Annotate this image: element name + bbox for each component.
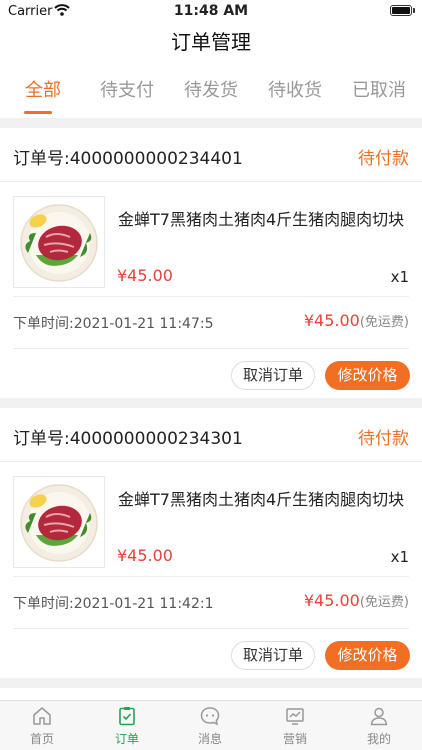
order-number: 订单号:4000000000234401 — [13, 149, 243, 169]
message-icon — [200, 707, 220, 726]
order-status-badge: 待付款 — [358, 149, 409, 169]
order-number: 订单号:4000000000234301 — [13, 429, 243, 449]
tab-cancelled[interactable]: 已取消 — [348, 76, 410, 102]
bottom-tab-label: 我的 — [366, 732, 391, 746]
product-quantity: x1 — [390, 548, 409, 566]
product-price: ¥45.00 — [117, 266, 173, 285]
cancel-order-button[interactable]: 取消订单 — [231, 641, 315, 670]
order-card[interactable]: 订单号:4000000000234301 待付款 金蝉T7黑猪肉土猪肉4斤生猪肉… — [0, 408, 422, 678]
marketing-chart-icon — [286, 708, 304, 725]
order-clipboard-icon — [119, 707, 135, 726]
bottom-tab-label: 营销 — [282, 732, 307, 746]
total-amount: ¥45.00 — [303, 591, 360, 610]
product-price: ¥45.00 — [117, 546, 173, 565]
product-quantity: x1 — [390, 268, 409, 286]
battery-icon — [390, 5, 412, 16]
divider — [13, 296, 409, 297]
product-image[interactable] — [13, 196, 105, 288]
product-name[interactable]: 金蝉T7黑猪肉土猪肉4斤生猪肉腿肉切块 — [118, 206, 408, 230]
product-name[interactable]: 金蝉T7黑猪肉土猪肉4斤生猪肉腿肉切块 — [118, 486, 408, 510]
status-bar: Carrier 11:48 AM — [0, 0, 422, 24]
tab-all[interactable]: 全部 — [22, 76, 64, 102]
total-amount: ¥45.00 — [303, 311, 360, 330]
modify-price-button[interactable]: 修改价格 — [325, 361, 410, 390]
shipping-note: (免运费) — [359, 595, 409, 610]
bottom-tab-label: 订单 — [114, 732, 139, 746]
bottom-tab-messages[interactable]: 消息 — [180, 705, 240, 747]
order-total: ¥45.00(免运费) — [304, 311, 409, 330]
pork-dish-image — [20, 484, 98, 562]
cancel-order-button[interactable]: 取消订单 — [231, 361, 315, 390]
nav-bar: 订单管理 — [0, 24, 422, 64]
order-status-badge: 待付款 — [358, 429, 409, 449]
shipping-note: (免运费) — [359, 315, 409, 330]
product-image[interactable] — [13, 476, 105, 568]
bottom-tab-marketing[interactable]: 营销 — [265, 705, 325, 747]
home-icon — [33, 707, 51, 725]
divider — [0, 461, 422, 462]
divider — [13, 576, 409, 577]
tab-pending-shipment[interactable]: 待发货 — [180, 76, 242, 102]
bottom-tab-home[interactable]: 首页 — [12, 705, 72, 747]
bottom-tab-label: 首页 — [29, 732, 54, 746]
divider — [0, 181, 422, 182]
page-title: 订单管理 — [171, 30, 251, 54]
divider — [13, 628, 409, 629]
pork-dish-image — [20, 204, 98, 282]
order-total: ¥45.00(免运费) — [304, 591, 409, 610]
bottom-tab-label: 消息 — [197, 732, 222, 746]
order-time: 下单时间:2021-01-21 11:42:10 — [13, 596, 213, 612]
bottom-tab-bar: 首页 订单 消息 营销 我的 — [0, 700, 422, 750]
tab-pending-payment[interactable]: 待支付 — [96, 76, 158, 102]
order-card[interactable]: 订单号:4000000000234401 待付款 金蝉T7黑猪肉土猪肉4斤生猪肉… — [0, 128, 422, 398]
divider — [13, 348, 409, 349]
next-order-card-peek — [0, 688, 422, 700]
bottom-tab-profile[interactable]: 我的 — [349, 705, 409, 747]
order-time: 下单时间:2021-01-21 11:47:58 — [13, 316, 213, 332]
profile-icon — [370, 707, 388, 726]
modify-price-button[interactable]: 修改价格 — [325, 641, 410, 670]
clock: 11:48 AM — [173, 3, 249, 19]
active-tab-indicator — [24, 111, 52, 114]
order-status-tabs: 全部 待支付 待发货 待收货 已取消 — [0, 64, 422, 118]
bottom-tab-orders[interactable]: 订单 — [97, 705, 157, 747]
tab-pending-receipt[interactable]: 待收货 — [264, 76, 326, 102]
